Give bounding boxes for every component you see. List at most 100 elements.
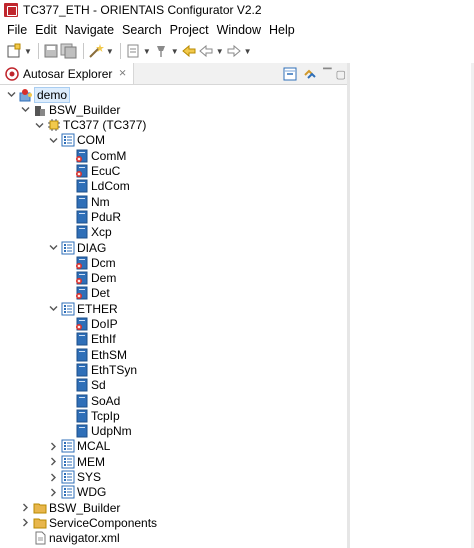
- pin-icon: [156, 46, 165, 57]
- tree-item[interactable]: MEM: [48, 454, 105, 469]
- tree-item[interactable]: UdpNm: [62, 424, 132, 439]
- back-button[interactable]: [181, 42, 197, 60]
- explorer-tree: demo BSW_Builder TC377 (TC377) COM ComM EcuC L…: [0, 85, 347, 548]
- tree-item[interactable]: MCAL: [48, 439, 110, 454]
- tree-item-label: PduR: [91, 209, 122, 224]
- module-icon-error: [75, 164, 89, 178]
- expand-chevron-icon[interactable]: [48, 133, 58, 148]
- module-icon: [75, 210, 89, 224]
- project-icon: [19, 88, 33, 102]
- minimize-icon[interactable]: ▔: [323, 68, 331, 81]
- collapse-chevron-icon[interactable]: [48, 439, 58, 454]
- expand-chevron-icon[interactable]: [20, 102, 30, 117]
- expand-chevron-icon[interactable]: [34, 118, 44, 133]
- tree-item[interactable]: BSW_Builder: [20, 500, 120, 515]
- tree-item[interactable]: SoAd: [62, 393, 120, 408]
- save-button[interactable]: [43, 42, 59, 60]
- tree-item[interactable]: Dcm: [62, 255, 116, 270]
- tree-item[interactable]: TcpIp: [62, 408, 120, 423]
- tree-item[interactable]: SYS: [48, 470, 101, 485]
- expand-chevron-icon[interactable]: [48, 301, 58, 316]
- collapse-all-button[interactable]: [282, 65, 298, 83]
- tree-item-label: EthSM: [91, 347, 128, 362]
- expand-chevron-icon[interactable]: [48, 240, 58, 255]
- collapse-chevron-icon[interactable]: [20, 515, 30, 530]
- generate-dropdown-caret[interactable]: ▼: [143, 47, 151, 56]
- module-icon: [75, 195, 89, 209]
- save-all-icon: [60, 43, 77, 59]
- menu-file[interactable]: File: [0, 23, 31, 37]
- tree-item[interactable]: ServiceComponents: [20, 515, 157, 530]
- module-icon: [75, 225, 89, 239]
- tree-item-label: navigator.xml: [49, 531, 120, 546]
- collapse-chevron-icon[interactable]: [48, 454, 58, 469]
- pin-button[interactable]: [153, 42, 169, 60]
- tree-item[interactable]: navigator.xml: [20, 531, 120, 546]
- tree-item[interactable]: ComM: [62, 148, 126, 163]
- tree-item[interactable]: EcuC: [62, 164, 120, 179]
- tree-item[interactable]: DIAG: [48, 240, 106, 255]
- menu-project[interactable]: Project: [166, 23, 213, 37]
- generate-button[interactable]: [125, 42, 141, 60]
- collapse-chevron-icon[interactable]: [20, 500, 30, 515]
- menu-navigate[interactable]: Navigate: [61, 23, 118, 37]
- menu-search[interactable]: Search: [118, 23, 166, 37]
- tree-item-label: EcuC: [91, 164, 121, 178]
- tree-item[interactable]: Sd: [62, 378, 106, 393]
- tree-item[interactable]: Det: [62, 286, 110, 301]
- module-icon-error: [75, 286, 89, 300]
- tab-autosar-explorer[interactable]: Autosar Explorer ⨯: [0, 63, 134, 84]
- module-group-icon: [61, 439, 75, 453]
- tree-item[interactable]: BSW_Builder: [20, 102, 120, 117]
- tree-item[interactable]: DoIP: [62, 317, 118, 332]
- tree-item[interactable]: demo: [6, 86, 71, 103]
- tree-item[interactable]: ETHER: [48, 301, 118, 316]
- collapse-chevron-icon[interactable]: [48, 485, 58, 500]
- tree-item[interactable]: Dem: [62, 271, 116, 286]
- tree-item[interactable]: COM: [48, 133, 105, 148]
- xml-file-icon: [33, 531, 47, 545]
- new-dropdown-caret[interactable]: ▼: [24, 47, 32, 56]
- new-button[interactable]: [6, 42, 22, 60]
- generate-icon: [127, 44, 139, 58]
- wand-dropdown-caret[interactable]: ▼: [106, 47, 114, 56]
- tree-item[interactable]: PduR: [62, 209, 121, 224]
- tree-item[interactable]: WDG: [48, 485, 106, 500]
- pin-dropdown-caret[interactable]: ▼: [171, 47, 179, 56]
- tree-item[interactable]: EthTSyn: [62, 362, 137, 377]
- menu-window[interactable]: Window: [213, 23, 265, 37]
- tree-item[interactable]: TC377 (TC377): [34, 118, 146, 133]
- menu-edit[interactable]: Edit: [31, 23, 61, 37]
- tree-item-label: Xcp: [91, 225, 112, 240]
- tree-item[interactable]: EthSM: [62, 347, 127, 362]
- tree-item[interactable]: Nm: [62, 194, 110, 209]
- forward-dropdown-caret[interactable]: ▼: [244, 47, 252, 56]
- collapse-chevron-icon[interactable]: [48, 470, 58, 485]
- forward-button[interactable]: [226, 42, 242, 60]
- back-dropdown-caret[interactable]: ▼: [216, 47, 224, 56]
- tree-item[interactable]: LdCom: [62, 179, 130, 194]
- close-icon[interactable]: ⨯: [118, 68, 126, 79]
- save-all-button[interactable]: [60, 42, 78, 60]
- module-icon-error: [75, 256, 89, 270]
- expand-chevron-icon[interactable]: [6, 87, 16, 102]
- app-icon: [4, 3, 18, 17]
- folder-icon: [33, 501, 47, 515]
- module-icon-error: [75, 149, 89, 163]
- new-icon: [7, 43, 21, 58]
- tree-item[interactable]: EthIf: [62, 332, 116, 347]
- link-with-editor-button[interactable]: [302, 65, 318, 83]
- back-history-button[interactable]: [198, 42, 214, 60]
- menu-help[interactable]: Help: [265, 23, 299, 37]
- panel-toolbar: ▔ ▢: [279, 65, 346, 83]
- tree-item[interactable]: Xcp: [62, 225, 112, 240]
- tree-item-label: TC377 (TC377): [63, 118, 147, 133]
- save-icon: [44, 44, 58, 58]
- maximize-icon[interactable]: ▢: [336, 68, 346, 81]
- magic-wand-button[interactable]: [88, 42, 104, 60]
